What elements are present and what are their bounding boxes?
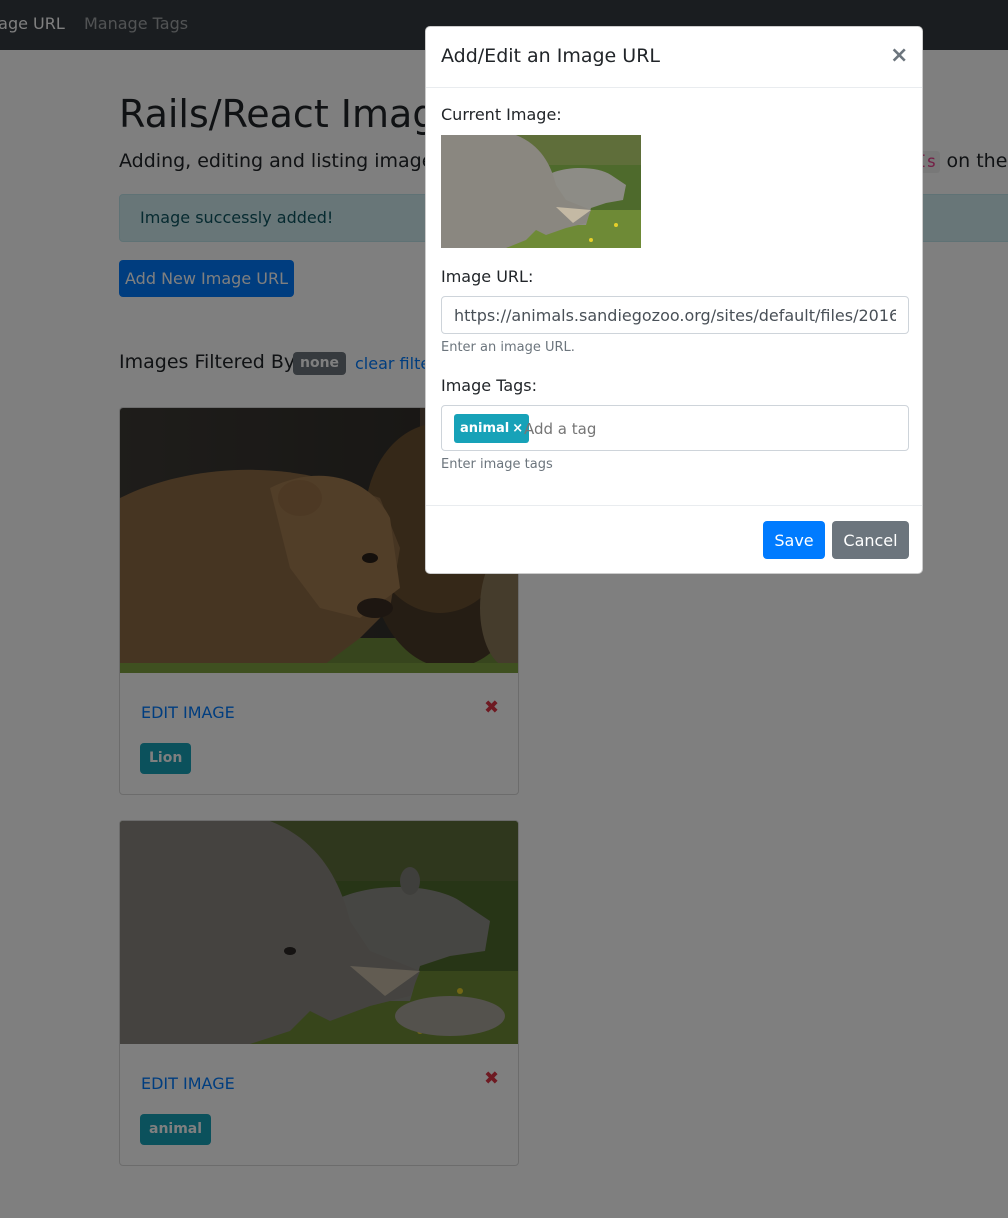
- modal-title: Add/Edit an Image URL: [441, 45, 660, 67]
- close-icon[interactable]: ×: [890, 43, 908, 68]
- tags-input-box[interactable]: animal ×: [441, 405, 909, 451]
- image-url-label: Image URL:: [441, 267, 534, 286]
- save-button[interactable]: Save: [763, 521, 825, 559]
- current-image-preview: [441, 135, 641, 248]
- tag-chip: animal ×: [454, 414, 530, 443]
- modal-footer: Save Cancel: [426, 505, 922, 573]
- modal-header: Add/Edit an Image URL ×: [426, 27, 922, 88]
- cancel-button[interactable]: Cancel: [832, 521, 909, 559]
- tag-chip-label: animal: [460, 421, 510, 436]
- add-tag-input[interactable]: [524, 415, 824, 442]
- image-tags-help: Enter image tags: [441, 457, 553, 472]
- image-url-help: Enter an image URL.: [441, 340, 575, 355]
- remove-tag-icon[interactable]: ×: [512, 421, 523, 436]
- current-image-label: Current Image:: [441, 105, 562, 124]
- edit-image-modal: Add/Edit an Image URL × Current Image: I…: [425, 26, 923, 574]
- image-tags-label: Image Tags:: [441, 376, 538, 395]
- image-url-input[interactable]: [441, 296, 909, 334]
